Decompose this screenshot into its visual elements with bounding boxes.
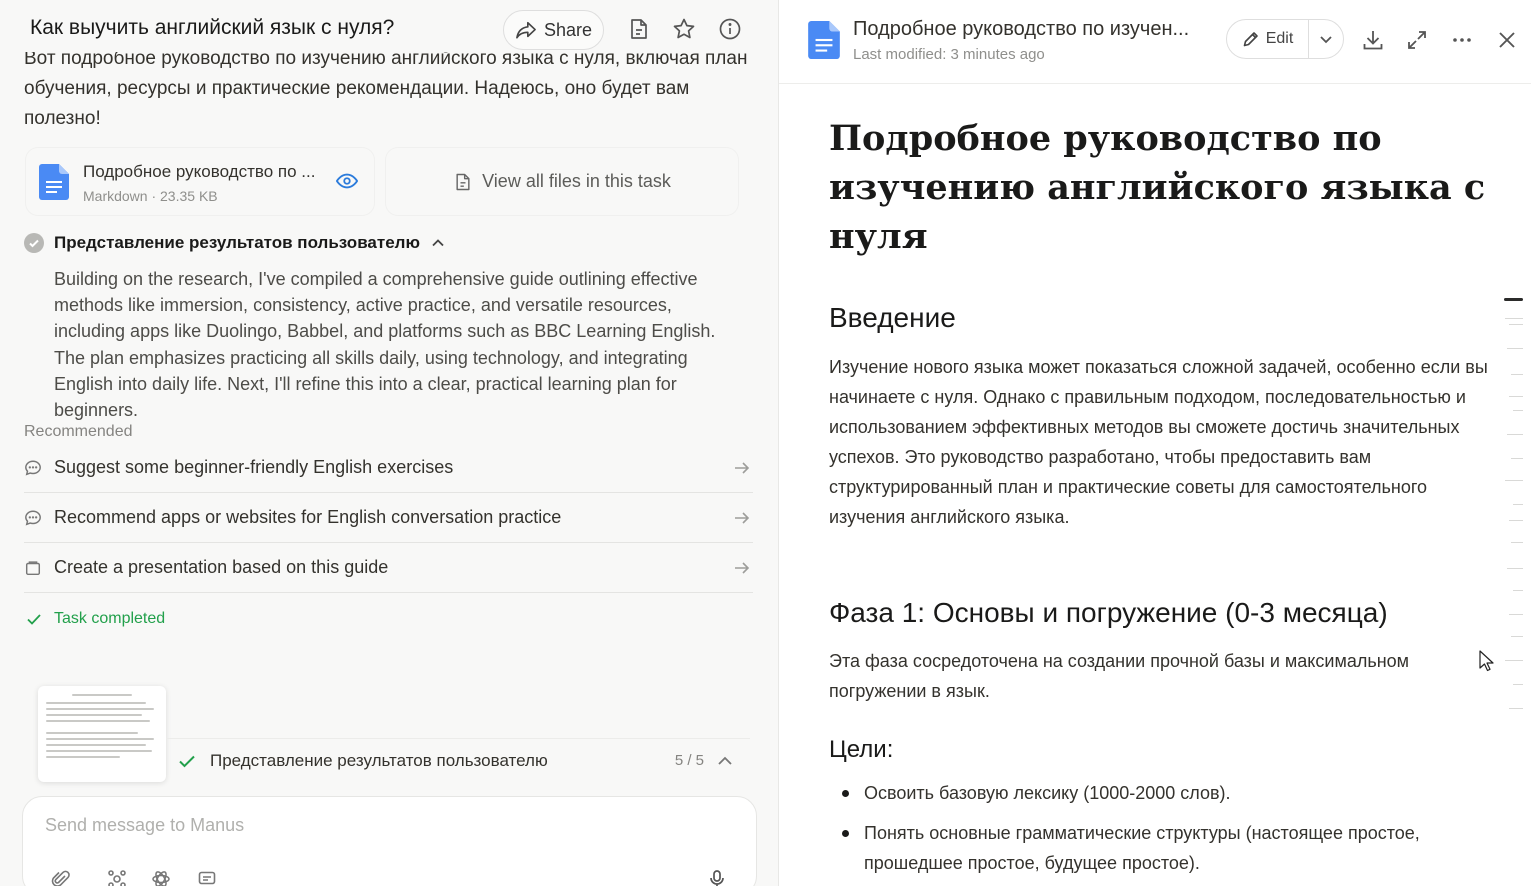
step-check-icon <box>24 233 44 253</box>
goal-item: Освоить базовую лексику (1000-2000 слов)… <box>829 778 1489 808</box>
document-icon <box>39 164 69 200</box>
viewer-header: Подробное руководство по изучен... Last … <box>779 0 1531 84</box>
more-options-icon[interactable] <box>1450 28 1474 52</box>
check-icon <box>27 614 41 625</box>
presentation-icon <box>25 560 41 575</box>
last-modified: Last modified: 3 minutes ago <box>853 46 1045 63</box>
view-all-files-button[interactable]: View all files in this task <box>386 148 738 215</box>
share-button[interactable]: Share <box>503 10 604 50</box>
edit-label: Edit <box>1265 30 1294 47</box>
files-icon <box>456 173 470 190</box>
document-thumbnail[interactable] <box>38 686 166 782</box>
recommended-item[interactable]: Suggest some beginner-friendly English e… <box>24 443 753 493</box>
message-icon[interactable] <box>197 869 217 886</box>
goal-item: Понять основные грамматические структуры… <box>829 818 1489 878</box>
recommended-item[interactable]: Create a presentation based on this guid… <box>24 543 753 593</box>
share-label: Share <box>543 19 593 40</box>
paperclip-icon[interactable] <box>51 869 71 886</box>
arrow-right-icon <box>735 562 750 574</box>
chat-pane: Как выучить английский язык с нуля? Shar… <box>0 0 778 886</box>
step-body: Building on the research, I've compiled … <box>54 269 716 421</box>
document-icon <box>808 21 840 59</box>
star-icon[interactable] <box>672 17 696 41</box>
edit-button-group: Edit <box>1226 19 1344 59</box>
chevron-up-icon[interactable] <box>430 235 446 251</box>
arrow-right-icon <box>735 512 750 524</box>
chat-header: Как выучить английский язык с нуля? Shar… <box>0 0 778 52</box>
document-heading: Подробное руководство по изучению англий… <box>829 118 1486 257</box>
section-heading-phase1: Фаза 1: Основы и погружение (0-3 месяца) <box>829 597 1388 628</box>
chevron-down-icon <box>1320 36 1332 44</box>
recommended-item-label: Create a presentation based on this guid… <box>54 557 389 577</box>
assistant-message: Вот подробное руководство по изучению ан… <box>24 48 748 129</box>
chat-icon <box>25 460 41 475</box>
view-all-label: View all files in this task <box>482 171 671 191</box>
recommended-label: Recommended <box>24 423 133 440</box>
pencil-icon <box>1243 32 1258 47</box>
task-title: Как выучить английский язык с нуля? <box>30 16 395 39</box>
edit-button[interactable]: Edit <box>1227 20 1309 58</box>
task-completed-label: Task completed <box>54 610 166 627</box>
files-icon[interactable] <box>627 17 651 41</box>
arrow-right-icon <box>735 462 750 474</box>
info-icon[interactable] <box>718 17 742 41</box>
goals-heading: Цели: <box>829 736 894 763</box>
microphone-icon[interactable] <box>707 869 727 886</box>
intro-paragraph: Изучение нового языка может показаться с… <box>829 357 1488 527</box>
share-icon <box>516 21 536 39</box>
task-completed-status: Task completed <box>26 610 165 628</box>
step-header[interactable]: Представление результатов пользователю <box>24 233 446 253</box>
close-icon[interactable] <box>1495 28 1519 52</box>
file-card[interactable]: Подробное руководство по ... Markdown · … <box>26 148 374 215</box>
document-viewer: Подробное руководство по изучен... Last … <box>778 0 1531 886</box>
document-title: Подробное руководство по изучен... <box>853 18 1190 40</box>
chevron-up-icon[interactable] <box>716 752 734 770</box>
document-minimap[interactable] <box>1503 298 1523 738</box>
progress-count: 5 / 5 <box>674 752 704 769</box>
message-composer[interactable]: Send message to Manus <box>22 796 757 886</box>
file-name: Подробное руководство по ... <box>83 162 316 181</box>
download-icon[interactable] <box>1361 28 1385 52</box>
goals-list: Освоить базовую лексику (1000-2000 слов)… <box>829 778 1489 886</box>
eye-icon[interactable] <box>336 172 358 190</box>
composer-placeholder[interactable]: Send message to Manus <box>45 815 244 836</box>
task-progress-bar[interactable]: Представление результатов пользователю 5… <box>166 738 750 782</box>
connectors-icon[interactable] <box>107 869 127 886</box>
edit-options-button[interactable] <box>1309 20 1343 58</box>
recommended-item[interactable]: Recommend apps or websites for English c… <box>24 493 753 543</box>
atom-icon[interactable] <box>151 869 171 886</box>
mouse-cursor-icon <box>1479 650 1494 672</box>
phase1-paragraph: Эта фаза сосредоточена на создании прочн… <box>829 651 1410 701</box>
section-heading-intro: Введение <box>829 302 956 333</box>
expand-icon[interactable] <box>1405 28 1429 52</box>
step-title: Представление результатов пользователю <box>54 233 420 252</box>
document-content: Подробное руководство по изучению англий… <box>829 114 1489 873</box>
chat-icon <box>25 510 41 525</box>
recommended-item-label: Suggest some beginner-friendly English e… <box>54 457 454 477</box>
file-meta: Markdown · 23.35 KB <box>83 188 218 204</box>
check-icon <box>179 755 195 767</box>
recommended-item-label: Recommend apps or websites for English c… <box>54 507 562 527</box>
progress-step-title: Представление результатов пользователю <box>210 750 548 770</box>
